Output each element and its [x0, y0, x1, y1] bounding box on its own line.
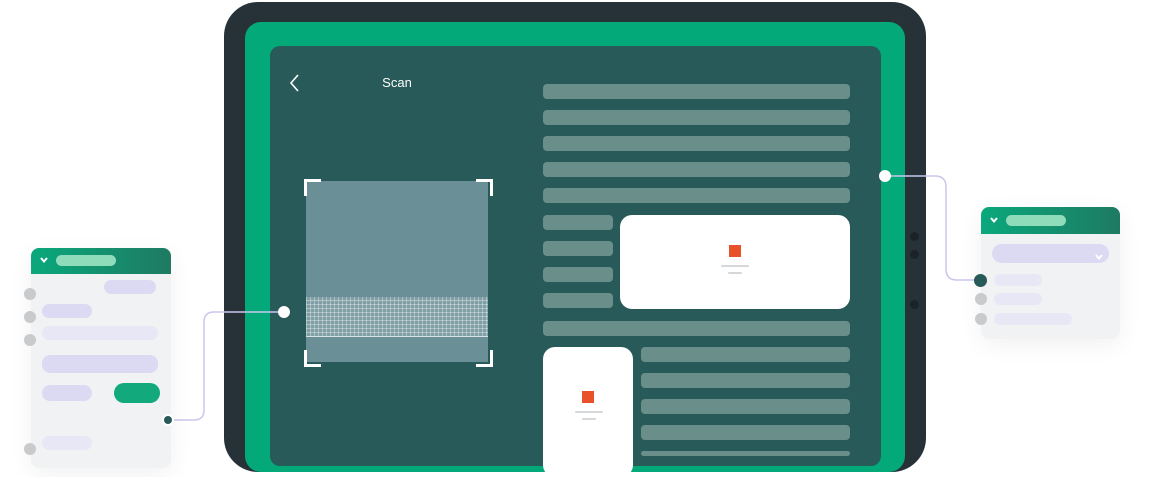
- dropdown-select[interactable]: [992, 244, 1109, 263]
- chevron-down-icon[interactable]: [39, 255, 49, 268]
- confirm-button[interactable]: [114, 383, 160, 403]
- connector-node: [879, 170, 891, 182]
- option-chip[interactable]: [42, 304, 92, 318]
- option-chip[interactable]: [994, 274, 1042, 286]
- option-chip[interactable]: [994, 313, 1072, 325]
- panel-header-label: [56, 255, 116, 266]
- chevron-down-icon[interactable]: [1094, 249, 1104, 261]
- connector-node: [162, 414, 174, 426]
- radio-dot[interactable]: [24, 311, 36, 323]
- connector-node: [974, 274, 987, 287]
- chevron-down-icon[interactable]: [989, 215, 999, 228]
- input-field[interactable]: [42, 355, 158, 373]
- option-chip[interactable]: [104, 280, 156, 294]
- option-chip[interactable]: [994, 293, 1042, 305]
- radio-dot[interactable]: [24, 443, 36, 455]
- radio-dot[interactable]: [975, 293, 987, 305]
- radio-dot[interactable]: [24, 334, 36, 346]
- option-chip[interactable]: [42, 436, 92, 450]
- radio-dot[interactable]: [975, 313, 987, 325]
- panel-header-label: [1006, 215, 1066, 226]
- cancel-button[interactable]: [42, 385, 92, 401]
- radio-dot[interactable]: [24, 288, 36, 300]
- connector-node: [278, 306, 290, 318]
- option-chip[interactable]: [42, 326, 158, 340]
